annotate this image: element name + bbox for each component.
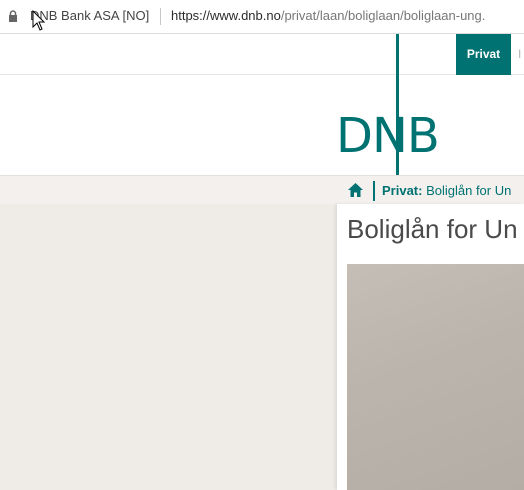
home-icon[interactable] [348,183,363,197]
dnb-logo[interactable]: DNB [336,112,440,160]
breadcrumb-bar: Privat: Boliglån for Un [0,175,524,204]
breadcrumb-current: Boliglån for Un [422,183,512,198]
url-path: /privat/laan/boliglaan/boliglaan-ung. [280,8,486,23]
mouse-cursor-icon [32,10,46,31]
breadcrumb-section[interactable]: Privat: [382,183,422,198]
page-title: Boliglån for Un [347,214,518,244]
breadcrumb: Privat: Boliglån for Un [382,183,511,198]
site-identity[interactable]: DNB Bank ASA [NO] [30,8,149,23]
url-host: https://www.dnb.no [171,8,281,23]
address-bar[interactable]: DNB Bank ASA [NO] https://www.dnb.no/pri… [0,0,524,34]
url-text[interactable]: https://www.dnb.no/privat/laan/boliglaan… [171,8,485,23]
left-column [0,204,337,490]
tab-next[interactable]: I [518,34,524,75]
site-header [0,75,524,175]
lock-icon [9,10,17,22]
breadcrumb-separator [373,181,375,201]
address-separator [160,8,161,25]
top-navigation: Privat I [0,34,524,75]
hero-image [347,264,524,490]
